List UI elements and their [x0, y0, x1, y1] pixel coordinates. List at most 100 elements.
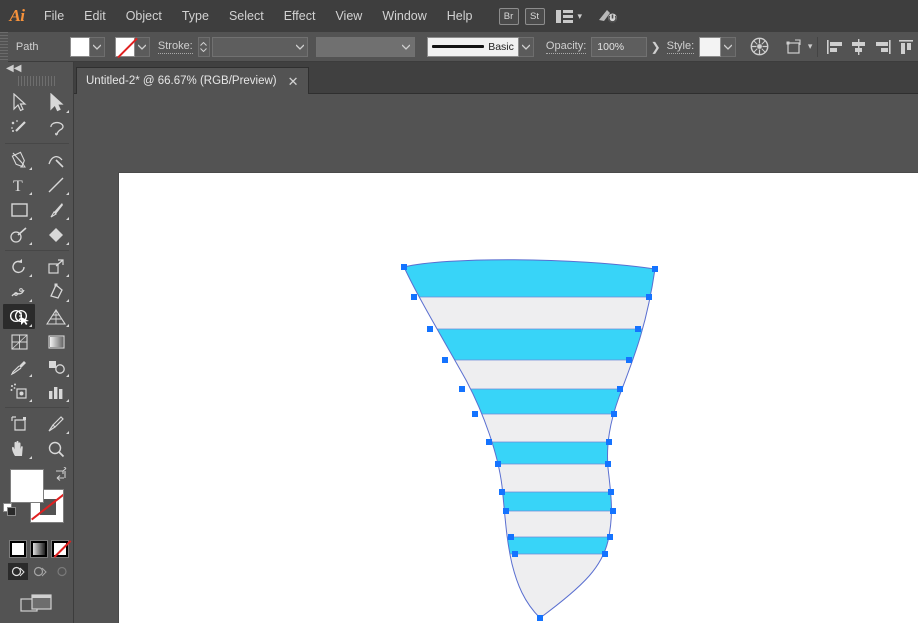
- default-fill-stroke-icon[interactable]: [3, 503, 16, 516]
- control-bar-grip[interactable]: [0, 31, 8, 62]
- funnel-body: [404, 259, 655, 619]
- perspective-grid-tool[interactable]: [40, 304, 72, 329]
- opacity-options-arrow-icon[interactable]: ❯: [647, 40, 665, 54]
- artboard-tool[interactable]: [3, 411, 35, 436]
- arrange-documents-icon[interactable]: [555, 9, 575, 24]
- tool-flyout-indicator: [66, 242, 69, 245]
- tool-flyout-indicator: [29, 242, 32, 245]
- type-tool[interactable]: T: [3, 172, 35, 197]
- tools-panel-header: ◀◀: [0, 62, 73, 76]
- draw-normal-mode-icon[interactable]: [8, 563, 28, 580]
- variable-width-profile-combo[interactable]: [316, 36, 415, 57]
- slice-tool[interactable]: [40, 411, 72, 436]
- tool-flyout-indicator: [29, 167, 32, 170]
- menu-window[interactable]: Window: [372, 0, 436, 32]
- menu-file[interactable]: File: [34, 0, 74, 32]
- menu-select[interactable]: Select: [219, 0, 274, 32]
- blend-tool[interactable]: [40, 354, 72, 379]
- stroke-weight-stepper[interactable]: [197, 36, 210, 57]
- swap-fill-stroke-icon[interactable]: [54, 467, 68, 481]
- funnel-diagram[interactable]: [74, 94, 918, 623]
- stroke-weight-combo[interactable]: [211, 36, 309, 57]
- align-top-icon[interactable]: [894, 36, 918, 58]
- align-horizontal-center-icon[interactable]: [847, 36, 871, 58]
- rotate-tool[interactable]: [3, 254, 35, 279]
- menu-effect[interactable]: Effect: [274, 0, 326, 32]
- pen-tool[interactable]: [3, 147, 35, 172]
- gradient-button[interactable]: [30, 540, 48, 558]
- band-cyan-3: [404, 389, 655, 414]
- menu-help[interactable]: Help: [437, 0, 483, 32]
- menu-edit[interactable]: Edit: [74, 0, 116, 32]
- band-cyan-2: [404, 329, 655, 360]
- selection-tool[interactable]: [3, 90, 35, 115]
- opacity-label: Opacity:: [545, 39, 587, 54]
- stroke-weight-chevron-icon[interactable]: [292, 37, 307, 57]
- band-cyan-6: [404, 537, 655, 554]
- stroke-color-swatch[interactable]: [114, 36, 135, 57]
- stock-button[interactable]: St: [524, 7, 545, 25]
- column-graph-tool[interactable]: [40, 379, 72, 404]
- color-button[interactable]: [9, 540, 27, 558]
- opacity-value-input[interactable]: 100%: [591, 36, 647, 57]
- menu-bar: Ai File Edit Object Type Select Effect V…: [0, 0, 918, 32]
- magic-wand-tool[interactable]: [3, 115, 35, 140]
- tool-flyout-indicator: [66, 192, 69, 195]
- shaper-tool[interactable]: [3, 222, 35, 247]
- change-screen-mode-icon[interactable]: [19, 591, 55, 617]
- width-tool[interactable]: [3, 279, 35, 304]
- canvas-area[interactable]: [74, 94, 918, 623]
- toolbar-fill-swatch[interactable]: [10, 469, 44, 503]
- tools-panel-grip[interactable]: [18, 76, 55, 86]
- app-logo-icon: Ai: [9, 6, 25, 25]
- brush-definition-preview[interactable]: Basic: [426, 36, 519, 57]
- fill-control-group: [69, 36, 105, 57]
- transform-chevron-down-icon[interactable]: ▾: [808, 42, 813, 51]
- close-icon[interactable]: ✕: [288, 75, 299, 88]
- curvature-tool[interactable]: [40, 147, 72, 172]
- fill-color-swatch[interactable]: [69, 36, 90, 57]
- eraser-tool[interactable]: [40, 222, 72, 247]
- align-right-icon[interactable]: [871, 36, 895, 58]
- mesh-tool[interactable]: [3, 329, 35, 354]
- document-tab[interactable]: Untitled-2* @ 66.67% (RGB/Preview) ✕: [76, 67, 309, 94]
- tool-divider: [5, 407, 69, 408]
- paintbrush-tool[interactable]: [40, 197, 72, 222]
- workspace-switcher-icon[interactable]: [596, 6, 620, 26]
- rectangle-tool[interactable]: [3, 197, 35, 222]
- free-transform-tool[interactable]: [40, 279, 72, 304]
- zoom-tool[interactable]: [40, 436, 72, 461]
- hand-tool[interactable]: [3, 436, 35, 461]
- menu-object[interactable]: Object: [116, 0, 172, 32]
- draw-behind-mode-icon[interactable]: [30, 563, 50, 580]
- brush-definition-group: Basic: [426, 36, 534, 57]
- symbol-sprayer-tool[interactable]: [3, 379, 35, 404]
- eyedropper-tool[interactable]: [3, 354, 35, 379]
- collapse-panel-icon[interactable]: ◀◀: [6, 63, 21, 74]
- variable-width-chevron-icon[interactable]: [399, 37, 414, 57]
- graphic-style-swatch[interactable]: [699, 36, 722, 57]
- tool-flyout-indicator: [29, 374, 32, 377]
- transform-shape-icon[interactable]: [782, 36, 806, 58]
- menu-view[interactable]: View: [325, 0, 372, 32]
- fill-dropdown-chevron-icon[interactable]: [89, 36, 105, 57]
- recolor-artwork-icon[interactable]: [748, 36, 772, 58]
- scale-tool[interactable]: [40, 254, 72, 279]
- style-chevron-icon[interactable]: [721, 36, 737, 57]
- align-left-icon[interactable]: [823, 36, 847, 58]
- line-segment-tool[interactable]: [40, 172, 72, 197]
- draw-mode-buttons: [0, 558, 73, 580]
- shape-builder-tool[interactable]: [3, 304, 35, 329]
- tool-flyout-indicator: [29, 217, 32, 220]
- draw-inside-mode-icon[interactable]: [52, 563, 72, 580]
- arrange-chevron-down-icon[interactable]: ▾: [578, 11, 583, 21]
- brush-definition-chevron-icon[interactable]: [518, 36, 534, 57]
- tool-flyout-indicator: [66, 374, 69, 377]
- gradient-tool[interactable]: [40, 329, 72, 354]
- bridge-button[interactable]: Br: [498, 7, 519, 25]
- none-button[interactable]: [51, 540, 69, 558]
- menu-type[interactable]: Type: [172, 0, 219, 32]
- svg-text:T: T: [13, 178, 23, 194]
- direct-selection-tool[interactable]: [40, 90, 72, 115]
- lasso-tool[interactable]: [40, 115, 72, 140]
